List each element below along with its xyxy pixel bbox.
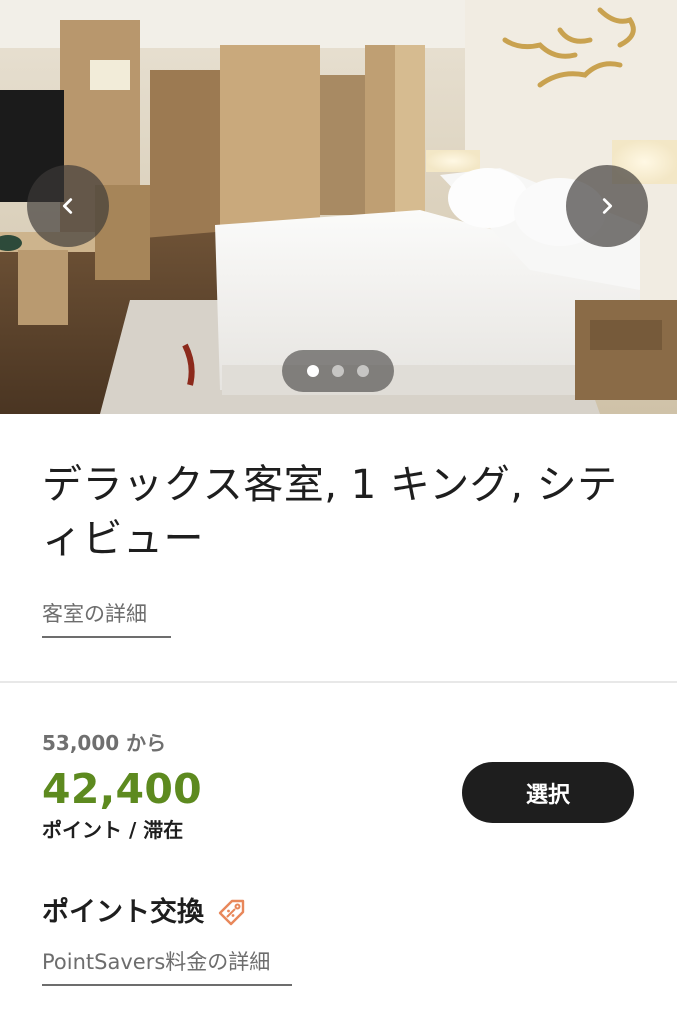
previous-photo-button[interactable] [27,165,109,247]
pager-dot[interactable] [332,365,344,377]
divider [0,681,677,683]
room-title: デラックス客室, 1 キング, シティビュー [42,462,618,562]
points-price: 42,400 [42,765,203,813]
pager-dot[interactable] [357,365,369,377]
discount-tag-icon [218,899,245,926]
select-button[interactable]: 選択 [462,762,634,823]
chevron-right-icon [602,198,613,214]
photo-pager [282,350,394,392]
points-redemption: ポイント交換 [42,894,246,932]
pager-dot[interactable] [307,365,319,377]
room-details-link[interactable]: 客室の詳細 [42,600,171,638]
points-redemption-heading: ポイント交換 [42,897,204,928]
room-photo-gallery[interactable] [0,0,677,414]
next-photo-button[interactable] [566,165,648,247]
chevron-left-icon [62,198,73,214]
original-price: 53,000 から [42,731,167,755]
points-unit-label: ポイント / 滞在 [42,818,184,842]
pointsavers-details-link[interactable]: PointSavers料金の詳細 [42,948,292,986]
